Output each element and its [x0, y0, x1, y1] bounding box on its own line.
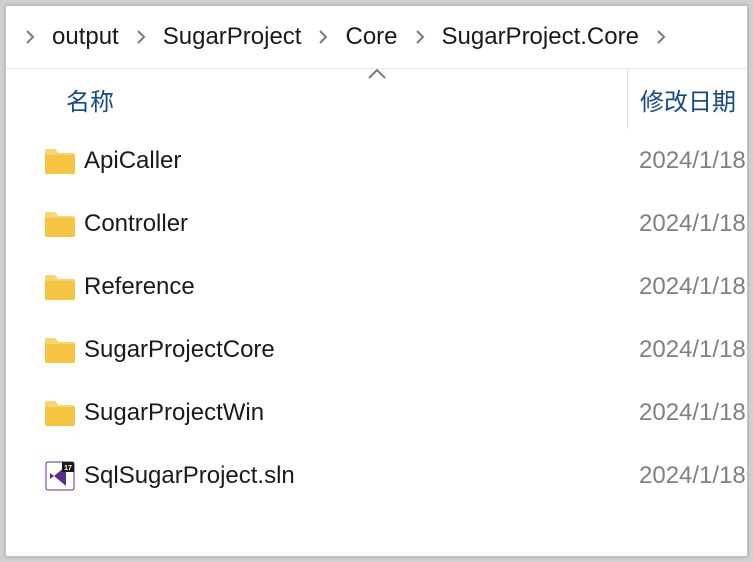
chevron-right-icon: [311, 25, 335, 49]
breadcrumb[interactable]: output SugarProject Core SugarProject.Co…: [6, 6, 747, 69]
list-item[interactable]: Reference 2024/1/18: [6, 255, 747, 318]
chevron-right-icon: [649, 25, 673, 49]
list-item[interactable]: Controller 2024/1/18: [6, 192, 747, 255]
list-item[interactable]: ApiCaller 2024/1/18: [6, 129, 747, 192]
list-item[interactable]: SugarProjectCore 2024/1/18: [6, 318, 747, 381]
folder-icon: [42, 143, 78, 179]
sort-ascending-icon: [368, 69, 386, 79]
list-item[interactable]: SugarProjectWin 2024/1/18: [6, 381, 747, 444]
column-headers: 名称 修改日期: [6, 69, 747, 129]
item-name: Reference: [78, 273, 627, 301]
folder-icon: [42, 332, 78, 368]
item-name: SugarProjectCore: [78, 336, 627, 364]
file-list: ApiCaller 2024/1/18 Controller 2024/1/18…: [6, 129, 747, 556]
folder-icon: [42, 206, 78, 242]
item-date: 2024/1/18: [627, 273, 747, 301]
file-explorer-window: output SugarProject Core SugarProject.Co…: [5, 5, 748, 557]
column-header-name[interactable]: 名称: [6, 82, 627, 117]
item-date: 2024/1/18: [627, 462, 747, 490]
folder-icon: [42, 269, 78, 305]
vs-solution-icon: 17: [42, 458, 78, 494]
item-name: SugarProjectWin: [78, 399, 627, 427]
item-date: 2024/1/18: [627, 147, 747, 175]
folder-icon: [42, 395, 78, 431]
item-name: ApiCaller: [78, 147, 627, 175]
item-name: SqlSugarProject.sln: [78, 462, 627, 490]
item-name: Controller: [78, 210, 627, 238]
column-header-date[interactable]: 修改日期: [627, 69, 747, 129]
chevron-right-icon: [18, 25, 42, 49]
list-item[interactable]: 17 SqlSugarProject.sln 2024/1/18: [6, 444, 747, 507]
chevron-right-icon: [408, 25, 432, 49]
svg-text:17: 17: [64, 465, 72, 472]
breadcrumb-item[interactable]: SugarProject: [155, 17, 310, 57]
breadcrumb-item[interactable]: Core: [337, 17, 405, 57]
breadcrumb-item[interactable]: SugarProject.Core: [434, 17, 647, 57]
item-date: 2024/1/18: [627, 399, 747, 427]
chevron-right-icon: [129, 25, 153, 49]
item-date: 2024/1/18: [627, 210, 747, 238]
item-date: 2024/1/18: [627, 336, 747, 364]
breadcrumb-item[interactable]: output: [44, 17, 127, 57]
